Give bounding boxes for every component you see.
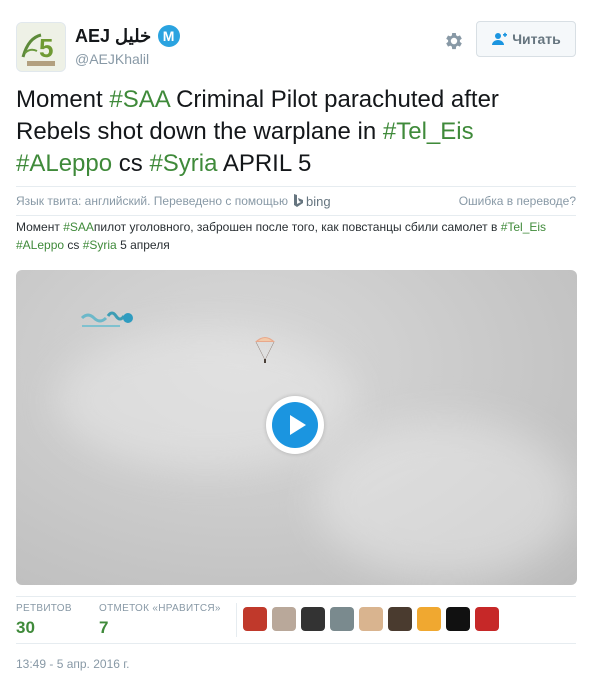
- retweets-stat[interactable]: РЕТВИТОВ 30: [16, 603, 72, 638]
- retweets-label: РЕТВИТОВ: [16, 603, 72, 614]
- parachute: [255, 337, 275, 363]
- play-button[interactable]: [266, 396, 324, 454]
- hashtag-link[interactable]: #Syria: [83, 238, 117, 252]
- liker-avatar[interactable]: [272, 607, 296, 631]
- likes-label: ОТМЕТОК «НРАВИТСЯ»: [99, 603, 221, 614]
- video-cloud: [316, 420, 576, 580]
- tweet-text: Moment #SAA Criminal Pilot parachuted af…: [16, 84, 576, 180]
- liker-avatar[interactable]: [446, 607, 470, 631]
- text-segment: 5 апреля: [116, 238, 170, 252]
- likes-count: 7: [99, 618, 109, 637]
- translated-text: Момент #SAAпилот уголовного, заброшен по…: [16, 218, 576, 254]
- translation-info: Язык твита: английский. Переведено с пом…: [16, 194, 288, 208]
- author-names: AEJ خليل M @AEJKhalil: [75, 25, 180, 67]
- liker-avatar[interactable]: [359, 607, 383, 631]
- author-display-name[interactable]: AEJ خليل: [75, 26, 151, 47]
- svg-text:5: 5: [39, 33, 53, 63]
- liker-avatar[interactable]: [301, 607, 325, 631]
- video-player[interactable]: [16, 270, 577, 585]
- hashtag-link[interactable]: #Tel_Eis: [501, 220, 546, 234]
- text-segment: Moment: [16, 86, 110, 113]
- likers-avatars: [243, 607, 504, 631]
- tweet-stats: РЕТВИТОВ 30 ОТМЕТОК «НРАВИТСЯ» 7: [16, 596, 576, 644]
- add-user-icon: [492, 32, 508, 45]
- author-badge-icon: M: [157, 25, 180, 47]
- author-handle[interactable]: @AEJKhalil: [75, 51, 180, 67]
- retweets-count: 30: [16, 618, 35, 637]
- gear-icon[interactable]: [443, 30, 465, 52]
- follow-button-label: Читать: [512, 31, 561, 47]
- author-avatar[interactable]: 5: [16, 22, 66, 72]
- stats-divider: [236, 603, 237, 637]
- liker-avatar[interactable]: [330, 607, 354, 631]
- tweet-header: 5 AEJ خليل M @AEJKhalil Читать: [16, 20, 576, 72]
- text-segment: Момент: [16, 220, 64, 234]
- play-icon: [272, 402, 318, 448]
- translation-bar: Язык твита: английский. Переведено с пом…: [16, 186, 576, 216]
- text-segment: cs: [112, 150, 150, 177]
- likes-stat[interactable]: ОТМЕТОК «НРАВИТСЯ» 7: [99, 603, 221, 638]
- follow-button[interactable]: Читать: [476, 21, 576, 57]
- tweet-timestamp[interactable]: 13:49 - 5 апр. 2016 г.: [16, 657, 130, 671]
- bing-logo: bing: [293, 194, 331, 209]
- hashtag-link[interactable]: #Syria: [149, 150, 217, 177]
- liker-avatar[interactable]: [475, 607, 499, 631]
- liker-avatar[interactable]: [417, 607, 441, 631]
- hashtag-link[interactable]: #Tel_Eis: [383, 118, 474, 145]
- channel-watermark-logo: [80, 311, 133, 327]
- text-segment: cs: [64, 238, 83, 252]
- bing-label: bing: [305, 193, 331, 209]
- liker-avatar[interactable]: [243, 607, 267, 631]
- hashtag-link[interactable]: #SAA: [63, 220, 94, 234]
- text-segment: APRIL 5: [217, 150, 312, 177]
- translation-error-link[interactable]: Ошибка в переводе?: [459, 194, 576, 208]
- text-segment: пилот уголовного, заброшен после того, к…: [93, 220, 501, 234]
- bing-icon: [293, 194, 303, 207]
- hashtag-link[interactable]: #ALeppo: [16, 150, 112, 177]
- liker-avatar[interactable]: [388, 607, 412, 631]
- hashtag-link[interactable]: #SAA: [109, 86, 169, 113]
- hashtag-link[interactable]: #ALeppo: [16, 238, 64, 252]
